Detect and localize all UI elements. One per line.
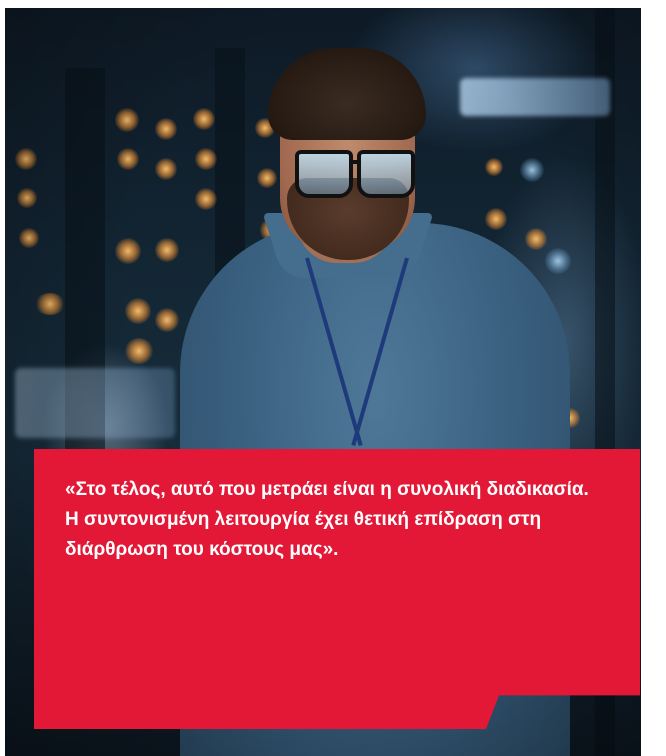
quote-text: «Στο τέλος, αυτό που μετράει είναι η συν… — [65, 479, 589, 560]
page-frame: «Στο τέλος, αυτό που μετράει είναι η συν… — [0, 0, 666, 756]
